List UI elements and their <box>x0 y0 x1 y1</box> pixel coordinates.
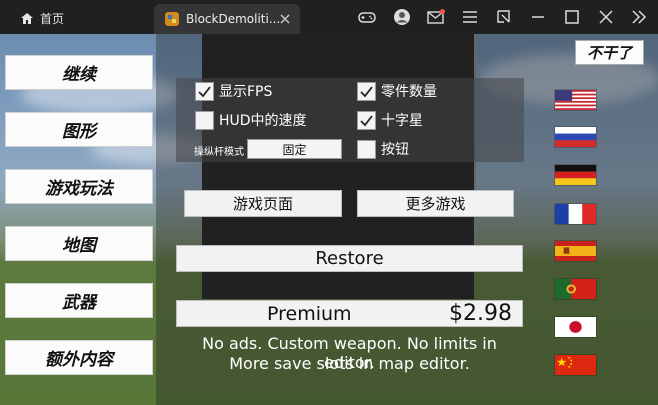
checkmark-icon <box>198 85 211 97</box>
premium-label: Premium <box>267 303 352 325</box>
more-games-button[interactable]: 更多游戏 <box>357 190 514 217</box>
account-icon[interactable] <box>393 8 411 26</box>
france-flag[interactable] <box>554 203 597 225</box>
app-icon <box>165 12 179 26</box>
hud-speed-checkbox[interactable] <box>195 110 214 130</box>
part-count-label: 零件数量 <box>381 84 437 100</box>
show-fps-label: 显示FPS <box>219 84 273 100</box>
gamepad-icon[interactable] <box>358 8 376 26</box>
weapons-label: 武器 <box>62 293 96 313</box>
more-games-label: 更多游戏 <box>405 195 466 213</box>
home-button[interactable]: 首页 <box>20 10 64 26</box>
menu-icon[interactable] <box>461 8 479 26</box>
continue-button[interactable]: 继续 <box>5 55 153 90</box>
buttons-label: 按钮 <box>381 142 409 158</box>
portugal-flag[interactable] <box>554 278 597 300</box>
buttons-toggle[interactable]: 按钮 <box>357 139 409 159</box>
gameplay-label: 游戏玩法 <box>45 179 113 199</box>
home-label: 首页 <box>40 11 65 26</box>
expand-icon[interactable] <box>630 8 648 26</box>
premium-button[interactable]: Premium $2.98 <box>176 300 523 327</box>
quit-button[interactable]: 不干了 <box>575 40 644 65</box>
notification-dot <box>440 9 445 14</box>
mail-icon[interactable] <box>427 8 445 26</box>
graphics-button[interactable]: 图形 <box>5 112 153 147</box>
hud-speed-toggle[interactable]: HUD中的速度 <box>195 110 307 130</box>
map-button[interactable]: 地图 <box>5 226 153 261</box>
weapons-button[interactable]: 武器 <box>5 283 153 318</box>
maximize-icon[interactable] <box>563 8 581 26</box>
germany-flag[interactable] <box>554 164 597 186</box>
tab-label: BlockDemoliti... <box>186 12 281 26</box>
russia-flag[interactable] <box>554 126 597 148</box>
show-fps-toggle[interactable]: 显示FPS <box>195 81 272 101</box>
hud-speed-label: HUD中的速度 <box>219 113 307 129</box>
restore-button[interactable]: Restore <box>176 245 523 272</box>
tab-close-icon[interactable] <box>278 12 292 26</box>
joystick-mode-value: 固定 <box>282 142 307 157</box>
crosshair-checkbox[interactable] <box>357 110 376 130</box>
minimize-icon[interactable] <box>529 8 547 26</box>
tab-blockdemolition[interactable]: BlockDemoliti... <box>154 4 300 34</box>
home-icon <box>21 12 33 24</box>
premium-price: $2.98 <box>449 301 512 326</box>
japan-flag[interactable] <box>554 316 597 338</box>
restore-label: Restore <box>315 248 384 269</box>
close-icon[interactable] <box>597 8 615 26</box>
shrink-icon[interactable] <box>495 8 513 26</box>
crosshair-toggle[interactable]: 十字星 <box>357 110 423 130</box>
part-count-checkbox[interactable] <box>357 81 376 101</box>
joystick-mode-button[interactable]: 固定 <box>247 139 342 159</box>
spain-flag[interactable] <box>554 240 597 262</box>
game-page-label: 游戏页面 <box>232 195 293 213</box>
graphics-label: 图形 <box>62 122 96 142</box>
quit-label: 不干了 <box>586 44 632 62</box>
show-fps-checkbox[interactable] <box>195 81 214 101</box>
joystick-mode-label: 操纵杆模式 <box>194 147 244 158</box>
part-count-toggle[interactable]: 零件数量 <box>357 81 437 101</box>
usa-flag[interactable] <box>554 89 597 111</box>
extra-content-button[interactable]: 额外内容 <box>5 340 153 375</box>
crosshair-label: 十字星 <box>381 113 423 129</box>
checkmark-icon <box>360 85 373 97</box>
premium-description-line2: More save slots in map editor. <box>229 354 470 373</box>
gameplay-button[interactable]: 游戏玩法 <box>5 169 153 204</box>
checkmark-icon <box>360 114 373 126</box>
china-flag[interactable] <box>554 354 597 376</box>
continue-label: 继续 <box>62 65 96 85</box>
buttons-checkbox[interactable] <box>357 139 376 159</box>
game-page-button[interactable]: 游戏页面 <box>184 190 342 217</box>
title-bar: 首页 BlockDemoliti... <box>0 0 658 34</box>
extra-content-label: 额外内容 <box>45 350 113 370</box>
map-label: 地图 <box>62 236 96 256</box>
